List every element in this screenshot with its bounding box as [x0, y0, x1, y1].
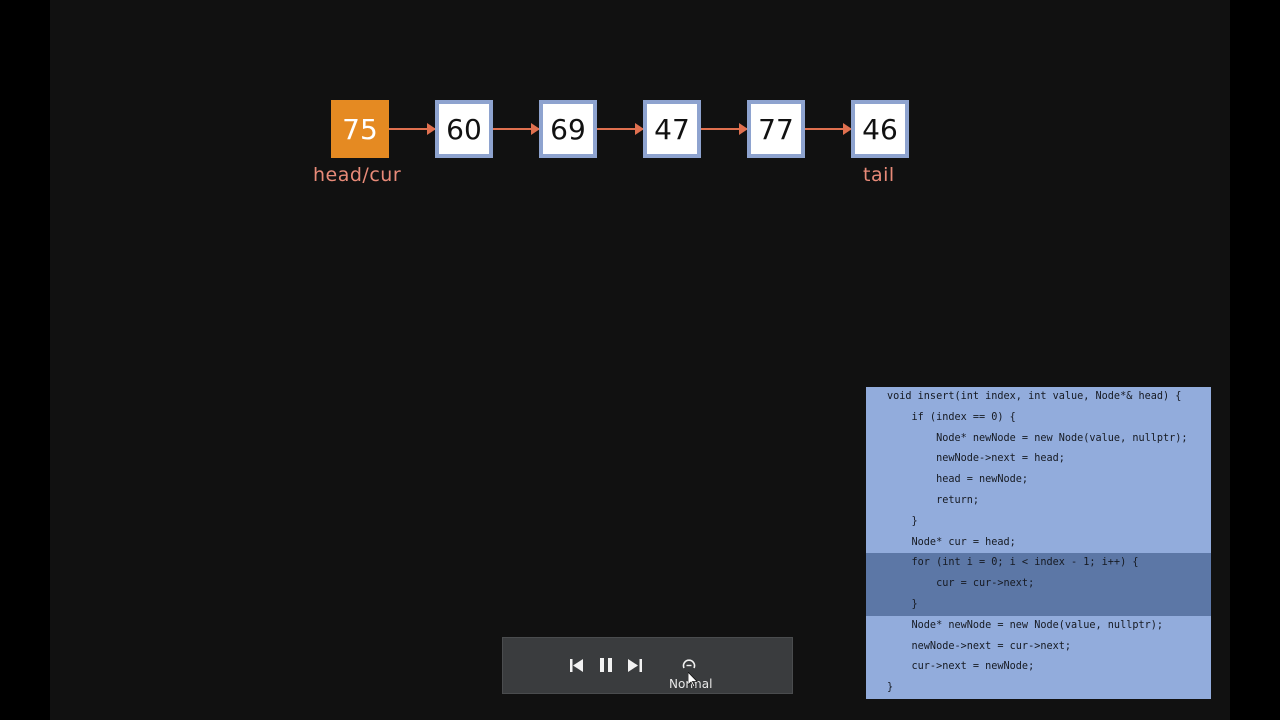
list-node: 46 — [851, 100, 909, 158]
code-line: void insert(int index, int value, Node*&… — [887, 391, 1182, 402]
list-node: 47 — [643, 100, 701, 158]
code-line: } — [866, 594, 1211, 616]
code-line: newNode->next = head; — [887, 453, 1065, 465]
code-line: Node* cur = head; — [887, 536, 1016, 548]
speed-icon — [682, 659, 696, 669]
step-back-button[interactable] — [568, 656, 586, 674]
list-node: 60 — [435, 100, 493, 158]
head-pointer-label: head/cur — [313, 164, 402, 186]
code-line: return; — [887, 494, 980, 506]
code-line: cur = cur->next; — [866, 574, 1211, 595]
code-line: } — [887, 682, 894, 694]
tail-pointer-label: tail — [863, 164, 895, 186]
code-line: Node* newNode = new Node(value, nullptr)… — [887, 432, 1188, 444]
pause-icon — [600, 658, 612, 672]
code-line: } — [887, 515, 918, 527]
list-node: 75 — [331, 100, 389, 158]
code-line: Node* newNode = new Node(value, nullptr)… — [887, 619, 1164, 631]
next-arrow — [805, 123, 852, 135]
pause-button[interactable] — [597, 656, 615, 674]
code-line: cur->next = newNode; — [887, 661, 1035, 673]
skip-forward-icon — [628, 658, 642, 672]
list-node: 69 — [539, 100, 597, 158]
next-arrow — [389, 123, 436, 135]
next-arrow — [493, 123, 540, 135]
code-panel: void insert(int index, int value, Node*&… — [866, 387, 1211, 699]
code-line: head = newNode; — [887, 474, 1029, 486]
mouse-cursor-icon — [688, 672, 698, 688]
next-arrow — [597, 123, 644, 135]
code-line: for (int i = 0; i < index - 1; i++) { — [866, 553, 1211, 575]
playback-controls: Normal — [502, 637, 793, 694]
list-node: 77 — [747, 100, 805, 158]
code-line: newNode->next = cur->next; — [887, 640, 1072, 652]
next-arrow — [701, 123, 748, 135]
code-line: if (index == 0) { — [887, 411, 1016, 423]
skip-back-icon — [570, 658, 583, 672]
step-forward-button[interactable] — [626, 656, 644, 674]
